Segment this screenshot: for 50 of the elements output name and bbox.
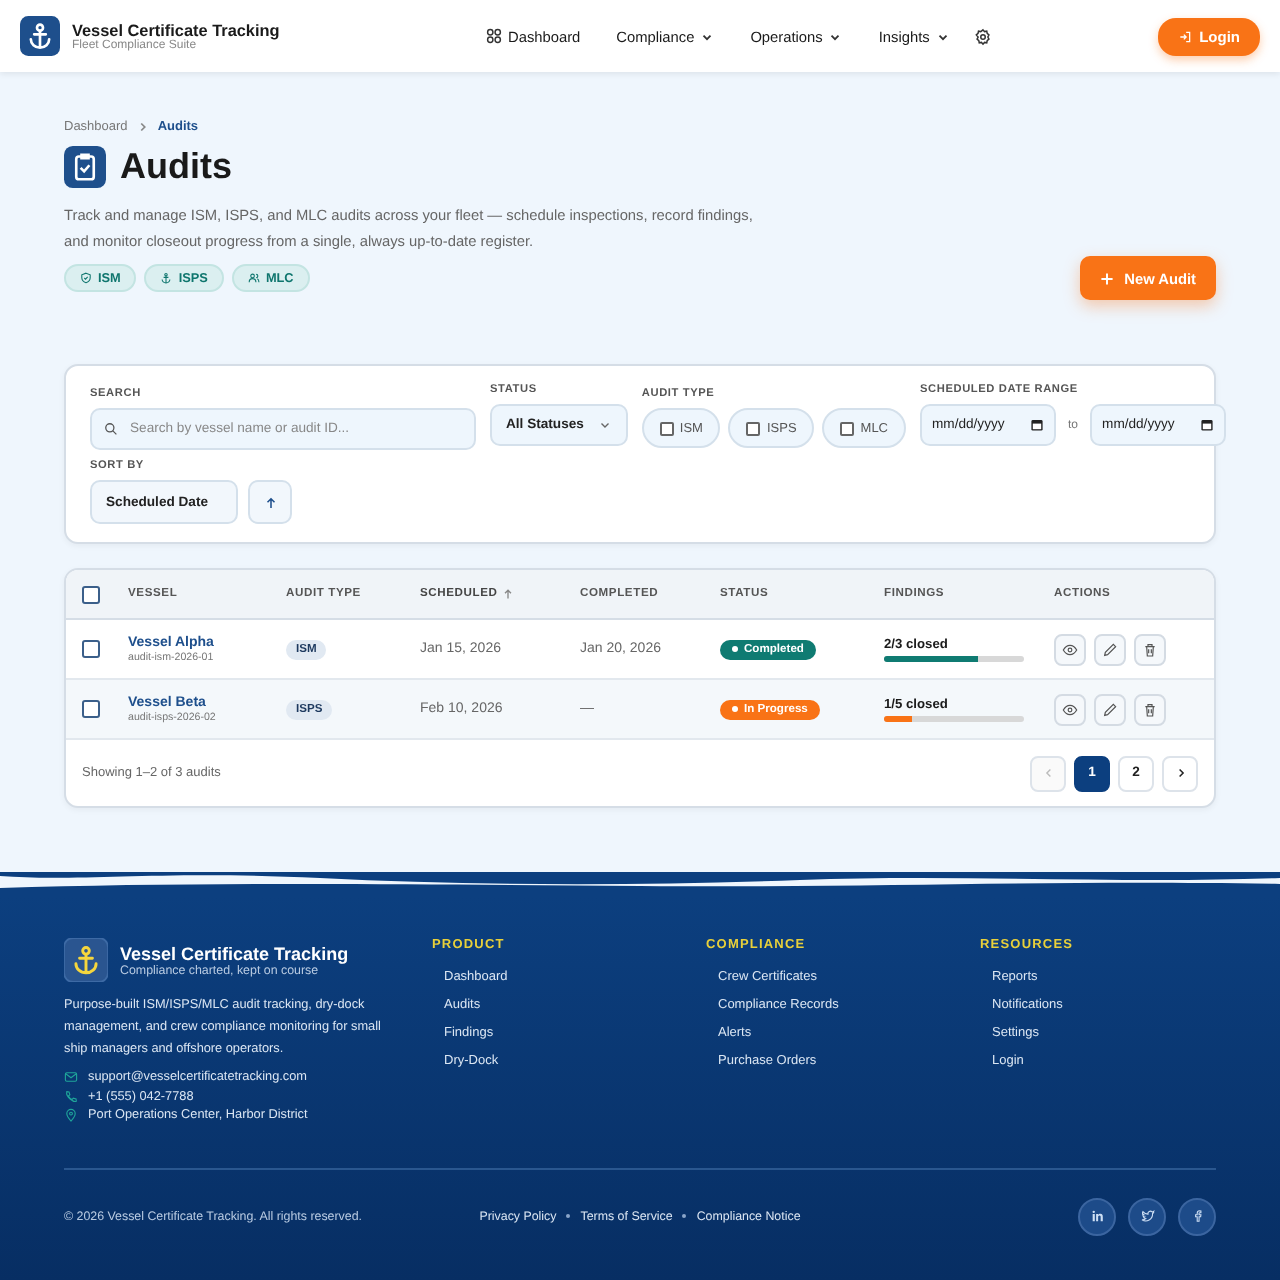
shield-check-icon: [80, 272, 92, 284]
row-checkbox[interactable]: [82, 700, 100, 718]
people-icon: [247, 272, 260, 284]
calendar-icon: [1200, 418, 1215, 432]
chevron-icon: [828, 29, 843, 43]
footer-brand-name: Vessel Certificate Tracking: [120, 943, 349, 963]
sort-arrow-icon: [501, 588, 514, 600]
chevron-icon: [700, 29, 715, 43]
select-all-checkbox[interactable]: [82, 585, 100, 603]
eye-icon: [1062, 701, 1078, 717]
delete-button[interactable]: [1134, 693, 1166, 725]
plus-icon: [1100, 271, 1115, 285]
view-button[interactable]: [1054, 633, 1086, 665]
phone-icon: [64, 1089, 78, 1103]
arrow-up-icon: [263, 495, 277, 509]
page-title: Audits: [120, 146, 232, 188]
chevron-icon: [135, 120, 150, 134]
findings-progress: [884, 655, 1024, 661]
pencil-icon: [1102, 701, 1118, 717]
anchor-logo-icon: [64, 938, 108, 982]
anchor-icon: [160, 272, 173, 284]
pencil-icon: [1102, 641, 1118, 657]
calendar-icon: [1030, 418, 1045, 432]
social-button[interactable]: [1128, 1197, 1166, 1235]
edit-button[interactable]: [1094, 693, 1126, 725]
clipboard-check-icon: [64, 146, 106, 188]
eye-icon: [1062, 641, 1078, 657]
mail-icon: [64, 1070, 78, 1084]
chevron-icon: [597, 418, 612, 432]
search-icon: [104, 422, 118, 436]
trash-icon: [1142, 641, 1158, 657]
anchor-logo-icon: [20, 16, 60, 56]
social-button[interactable]: [1178, 1197, 1216, 1235]
chevron-icon: [935, 29, 950, 43]
edit-button[interactable]: [1094, 633, 1126, 665]
brand-name: Vessel Certificate Tracking: [72, 21, 280, 39]
social-button[interactable]: [1078, 1197, 1116, 1235]
login-icon: [1177, 29, 1192, 43]
linkedin-icon: [1089, 1208, 1105, 1224]
grid-icon: [486, 28, 502, 44]
trash-icon: [1142, 701, 1158, 717]
row-checkbox[interactable]: [82, 640, 100, 658]
chevron-left-icon: [1041, 766, 1055, 780]
facebook-icon: [1189, 1208, 1205, 1224]
view-button[interactable]: [1054, 693, 1086, 725]
findings-progress: [884, 715, 1024, 721]
location-pin-icon: [64, 1108, 78, 1122]
bird-icon: [1139, 1208, 1155, 1224]
delete-button[interactable]: [1134, 633, 1166, 665]
settings-icon[interactable]: [973, 27, 992, 45]
